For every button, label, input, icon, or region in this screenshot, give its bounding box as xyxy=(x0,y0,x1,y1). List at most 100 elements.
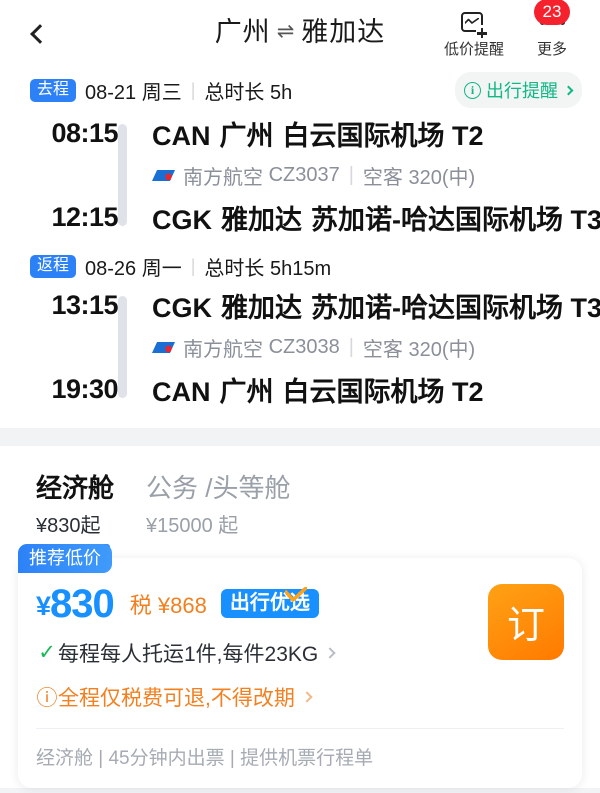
travel-notice-button[interactable]: i 出行提醒 xyxy=(455,72,582,108)
departure-terminal-outbound: T2 xyxy=(452,120,484,151)
arrival-time-outbound: 12:15 xyxy=(51,201,118,232)
cabin-tab-economy[interactable]: 经济舱 ¥830起 xyxy=(36,472,114,552)
departure-terminal-return: T3 xyxy=(570,292,600,323)
header-actions: 低价提醒 更多 23 xyxy=(444,0,584,59)
chevron-right-icon xyxy=(301,690,313,703)
leg-header-return: 返程 08-26 周一 | 总时长 5h15m xyxy=(0,240,600,282)
arrival-city-return: 广州 xyxy=(219,376,274,407)
flight-number-outbound: CZ3037 xyxy=(268,163,340,186)
chevron-right-icon xyxy=(324,646,336,659)
price-alert-label: 低价提醒 xyxy=(444,40,505,58)
leg-separator: | xyxy=(190,255,196,276)
arrival-terminal-return: T2 xyxy=(452,376,484,407)
flight-itinerary: 去程 08-21 周三 | 总时长 5h i 出行提醒 08:15 CAN 广州白… xyxy=(0,68,600,428)
sparkline-icon xyxy=(465,17,479,24)
round-trip-arrows-icon: ⇌ xyxy=(276,20,296,43)
baggage-row[interactable]: ✓ 每程每人托运1件,每件23KG xyxy=(36,638,564,668)
arrival-terminal-outbound: T3 xyxy=(570,204,600,235)
chevron-right-icon xyxy=(563,85,574,95)
cabin-price-economy: ¥830起 xyxy=(36,514,101,537)
departure-row-return: 13:15 CGK 雅加达 苏加诺-哈达国际机场 T3 xyxy=(30,282,600,328)
leg-separator: | xyxy=(190,79,196,100)
segment-connector xyxy=(118,124,127,226)
departure-airport-outbound: 白云国际机场 xyxy=(282,120,445,151)
leg-header-outbound: 去程 08-21 周三 | 总时长 5h i 出行提醒 xyxy=(0,68,600,110)
title-destination: 雅加达 xyxy=(301,17,386,47)
airline-name-outbound: 南方航空 xyxy=(183,166,263,189)
flight-number-return: CZ3038 xyxy=(268,335,340,358)
carrier-info-outbound: 南方航空 CZ3037 | 空客 320(中) xyxy=(152,161,475,190)
section-divider xyxy=(0,428,600,446)
check-icon xyxy=(284,587,307,602)
price-amount: 830 xyxy=(50,581,115,626)
refund-text: 全程仅税费可退,不得改期 xyxy=(58,686,295,710)
order-button[interactable]: 订 xyxy=(488,583,564,660)
departure-route-return: CGK 雅加达 苏加诺-哈达国际机场 T3 xyxy=(152,286,600,325)
cabin-tab-business[interactable]: 公务 /头等舱 ¥15000 起 xyxy=(146,472,290,552)
fare-section: 经济舱 ¥830起 公务 /头等舱 ¥15000 起 推荐低价 ¥830 税 ¥… xyxy=(0,446,600,788)
arrival-info-return: CAN 广州 白云国际机场 T2 xyxy=(118,370,484,409)
leg-date-outbound: 08-21 周三 xyxy=(85,81,182,104)
arrival-info-outbound: CGK 雅加达 苏加诺-哈达国际机场 T3 xyxy=(118,198,600,237)
departure-city-outbound: 广州 xyxy=(219,120,274,151)
title-origin: 广州 xyxy=(214,17,271,47)
aircraft-type-return: 空客 320(中) xyxy=(362,338,476,361)
leg-duration-outbound: 总时长 5h xyxy=(204,81,293,104)
baggage-text: 每程每人托运1件,每件23KG xyxy=(58,642,319,666)
offer-card[interactable]: 推荐低价 ¥830 税 ¥868 出行优选 ✓ 每程每人托运1件,每件23KG xyxy=(18,543,582,788)
airline-name-return: 南方航空 xyxy=(183,338,263,361)
offer-meta: 经济舱 | 45分钟内出票 | 提供机票行程单 xyxy=(36,747,374,769)
chevron-left-icon xyxy=(30,24,50,44)
cabin-name-economy: 经济舱 xyxy=(36,473,115,503)
carrier-separator: | xyxy=(348,335,354,358)
segment-connector xyxy=(118,296,127,398)
back-button[interactable] xyxy=(16,12,60,56)
cabin-price-business: ¥15000 起 xyxy=(146,514,239,537)
offer-list: 推荐低价 ¥830 税 ¥868 出行优选 ✓ 每程每人托运1件,每件23KG xyxy=(0,543,600,788)
leg-tag-return: 返程 xyxy=(30,254,77,278)
leg-duration-return: 总时长 5h15m xyxy=(204,257,332,280)
info-circle-icon: i xyxy=(464,81,481,99)
arrival-route-outbound: CGK 雅加达 苏加诺-哈达国际机场 T3 xyxy=(152,198,600,237)
recommend-tag: 推荐低价 xyxy=(18,543,112,573)
carrier-separator: | xyxy=(348,163,354,186)
price-alert-button[interactable]: 低价提醒 xyxy=(444,10,505,59)
arrival-code-return: CAN xyxy=(152,376,211,407)
departure-city-return: 雅加达 xyxy=(221,292,302,323)
departure-row-outbound: 08:15 CAN 广州 白云国际机场 T2 xyxy=(30,110,600,156)
chart-add-icon xyxy=(461,10,488,38)
arrival-code-outbound: CGK xyxy=(152,204,212,235)
departure-info-return: CGK 雅加达 苏加诺-哈达国际机场 T3 xyxy=(118,286,600,325)
segment-return: 13:15 CGK 雅加达 苏加诺-哈达国际机场 T3 南方航空 CZ3038 | … xyxy=(0,282,600,412)
carrier-info-return: 南方航空 CZ3038 | 空客 320(中) xyxy=(152,333,475,362)
bottom-spacer xyxy=(0,787,600,793)
aircraft-type-outbound: 空客 320(中) xyxy=(362,166,476,189)
app-header: 广州 ⇌ 雅加达 低价提醒 更多 23 xyxy=(0,0,600,68)
leg-date-return: 08-26 周一 xyxy=(85,257,182,280)
travel-notice-label: 出行提醒 xyxy=(486,81,558,101)
cabin-tabs: 经济舱 ¥830起 公务 /头等舱 ¥15000 起 xyxy=(0,472,600,552)
china-southern-logo xyxy=(152,339,176,355)
departure-code-outbound: CAN xyxy=(152,120,211,151)
leg-tag-outbound: 去程 xyxy=(30,78,77,102)
arrival-time-return: 19:30 xyxy=(51,373,118,404)
more-label: 更多 xyxy=(536,40,567,58)
segment-outbound: 08:15 CAN 广州 白云国际机场 T2 南方航空 CZ3037 | 空客 32… xyxy=(0,110,600,240)
carrier-row-outbound: 南方航空 CZ3037 | 空客 320(中) xyxy=(30,156,600,194)
arrival-airport-outbound: 苏加诺-哈达国际机场 xyxy=(311,204,563,235)
carrier-row-return: 南方航空 CZ3038 | 空客 320(中) xyxy=(30,328,600,366)
departure-time-outbound: 08:15 xyxy=(51,117,118,148)
departure-route-outbound: CAN 广州 白云国际机场 T2 xyxy=(152,114,484,153)
offer-price: ¥830 xyxy=(36,581,115,626)
departure-airport-return: 苏加诺-哈达国际机场 xyxy=(311,292,563,323)
price-row: ¥830 税 ¥868 出行优选 xyxy=(36,584,564,624)
departure-time-return: 13:15 xyxy=(51,289,118,320)
arrival-route-return: CAN 广州 白云国际机场 T2 xyxy=(152,370,484,409)
departure-code-return: CGK xyxy=(152,292,212,323)
refund-row[interactable]: ⓘ 全程仅税费可退,不得改期 xyxy=(36,682,564,712)
flight-detail-screen: 广州 ⇌ 雅加达 低价提醒 更多 23 去程 08-21 周三 | 总时长 5h… xyxy=(0,0,600,793)
arrival-row-return: 19:30 CAN 广州 白云国际机场 T2 xyxy=(30,366,600,412)
departure-info-outbound: CAN 广州 白云国际机场 T2 xyxy=(118,114,484,153)
notification-badge: 23 xyxy=(534,0,570,25)
check-icon: ✓ xyxy=(38,641,56,664)
